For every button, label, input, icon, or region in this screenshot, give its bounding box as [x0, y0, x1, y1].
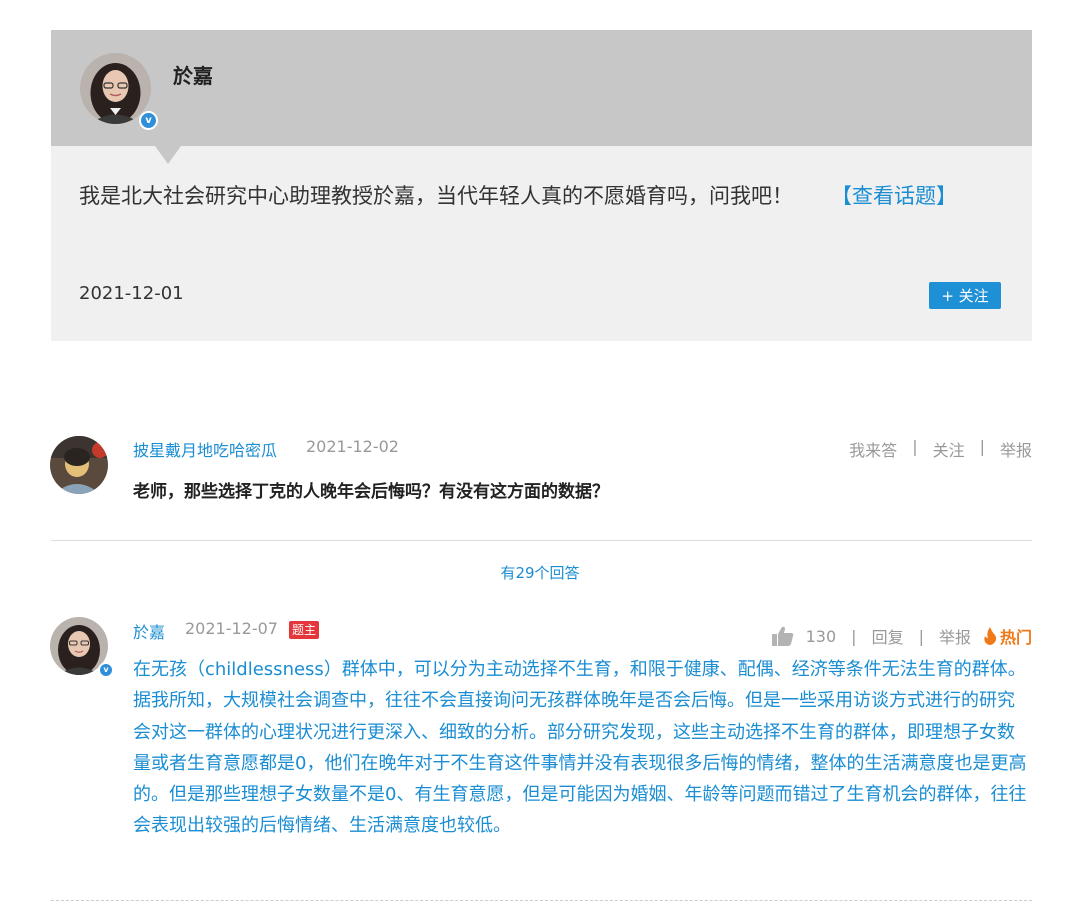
report-question-button[interactable]: 举报 [1000, 437, 1032, 461]
topic-text: 我是北大社会研究中心助理教授於嘉，当代年轻人真的不愿婚育吗，问我吧！ 【查看话题】 [79, 178, 999, 215]
like-count[interactable]: 130 [806, 627, 837, 646]
divider-bar: | [918, 626, 924, 646]
question-text: 老师，那些选择丁克的人晚年会后悔吗？有没有这方面的数据？ [133, 482, 609, 502]
hot-badge: 热门 [983, 624, 1032, 648]
divider-bar: | [912, 437, 918, 456]
topic-title: 我是北大社会研究中心助理教授於嘉，当代年轻人真的不愿婚育吗，问我吧！ [79, 184, 793, 208]
divider-bar: | [979, 437, 985, 456]
speech-pointer [155, 146, 181, 164]
divider-bar: | [851, 626, 857, 646]
answer-actions: 130 | 回复 | 举报 热门 [771, 624, 1032, 648]
follow-question-button[interactable]: 关注 [933, 437, 965, 461]
question-date: 2021-12-02 [306, 437, 399, 456]
view-topic-link[interactable]: 【查看话题】 [831, 184, 957, 208]
question-actions: 我来答 | 关注 | 举报 [849, 437, 1032, 461]
verified-icon: v [139, 111, 158, 130]
owner-badge: 题主 [289, 621, 320, 639]
answer-date: 2021-12-07 [185, 619, 278, 638]
questioner-name[interactable]: 披星戴月地吃哈密瓜 [133, 437, 277, 461]
report-answer-button[interactable]: 举报 [939, 624, 971, 648]
answer-count-link[interactable]: 有29个回答 [0, 562, 1080, 583]
answer-button[interactable]: 我来答 [849, 437, 897, 461]
reply-button[interactable]: 回复 [872, 624, 904, 648]
divider [51, 540, 1032, 541]
topic-card: v 於嘉 我是北大社会研究中心助理教授於嘉，当代年轻人真的不愿婚育吗，问我吧！ 【… [51, 30, 1032, 341]
author-name[interactable]: 於嘉 [173, 60, 213, 89]
flame-icon [983, 627, 997, 645]
answer-text: 在无孩（childlessness）群体中，可以分为主动选择不生育，和限于健康、… [133, 659, 1027, 837]
questioner-avatar[interactable] [50, 436, 108, 494]
hot-label: 热门 [999, 628, 1032, 647]
verified-icon: v [98, 662, 114, 678]
follow-button[interactable]: + 关注 [929, 282, 1001, 309]
thumbs-up-icon[interactable] [771, 626, 794, 646]
dashed-divider [51, 900, 1032, 901]
topic-date: 2021-12-01 [79, 283, 184, 304]
answerer-name[interactable]: 於嘉 [133, 619, 165, 643]
